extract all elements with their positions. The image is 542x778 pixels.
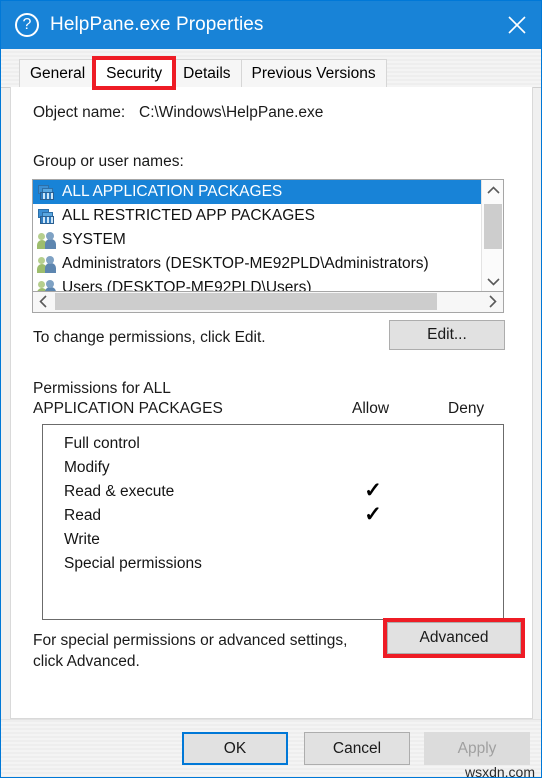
horizontal-scrollbar[interactable] (32, 292, 504, 313)
scroll-up-icon[interactable] (482, 180, 503, 200)
permissions-for-label-line1: Permissions for ALL (33, 380, 171, 397)
ok-button[interactable]: OK (182, 732, 288, 765)
list-item[interactable]: ALL RESTRICTED APP PACKAGES (33, 204, 481, 228)
permission-name: Write (64, 531, 100, 548)
properties-dialog: ? HelpPane.exe Properties General Securi… (0, 0, 542, 778)
tab-general[interactable]: General (19, 59, 97, 87)
app-package-icon (38, 208, 56, 225)
advanced-hint-line2: click Advanced. (33, 653, 140, 670)
tab-security[interactable]: Security (92, 56, 177, 90)
list-item[interactable]: ALL APPLICATION PACKAGES (33, 180, 481, 204)
list-item-label: ALL RESTRICTED APP PACKAGES (62, 207, 315, 224)
scroll-right-icon[interactable] (482, 292, 503, 311)
scrollbar-thumb[interactable] (484, 204, 502, 249)
permission-name: Modify (64, 459, 110, 476)
list-item-label: Administrators (DESKTOP-ME92PLD\Administ… (62, 255, 429, 272)
list-item[interactable]: Administrators (DESKTOP-ME92PLD\Administ… (33, 252, 481, 276)
permissions-for-label-line2: APPLICATION PACKAGES (33, 400, 223, 417)
dialog-footer: OK Cancel Apply wsxdn.com (1, 719, 541, 778)
object-name-value: C:\Windows\HelpPane.exe (139, 104, 324, 121)
window-title: HelpPane.exe Properties (50, 14, 264, 35)
permission-row[interactable]: Read & execute ✓ (43, 479, 503, 506)
edit-hint-text: To change permissions, click Edit. (33, 329, 266, 346)
list-item-label: ALL APPLICATION PACKAGES (62, 183, 283, 200)
permission-row[interactable]: Special permissions (43, 554, 503, 578)
group-or-user-names-label: Group or user names: (33, 153, 184, 170)
object-name-label: Object name: (33, 104, 126, 121)
permission-row[interactable]: Read ✓ (43, 503, 503, 530)
permission-name: Special permissions (64, 555, 202, 572)
allow-column-header: Allow (352, 400, 390, 417)
permission-name: Full control (64, 435, 140, 452)
users-group-icon (37, 255, 56, 273)
permission-row[interactable]: Write (43, 530, 503, 554)
tab-strip: General Security Details Previous Versio… (1, 49, 541, 90)
users-group-icon (37, 231, 56, 249)
advanced-hint-line1: For special permissions or advanced sett… (33, 632, 348, 649)
permission-row[interactable]: Full control (43, 434, 503, 458)
scroll-left-icon[interactable] (33, 292, 54, 311)
question-mark-icon: ? (15, 13, 39, 37)
permission-row[interactable]: Modify (43, 458, 503, 482)
permission-name: Read (64, 507, 102, 524)
deny-column-header: Deny (448, 400, 485, 417)
allow-checkmark[interactable]: ✓ (360, 479, 386, 503)
allow-checkmark[interactable]: ✓ (360, 503, 386, 527)
tab-details[interactable]: Details (172, 59, 242, 87)
scroll-down-icon[interactable] (482, 271, 503, 291)
cancel-button[interactable]: Cancel (304, 732, 410, 765)
edit-button[interactable]: Edit... (389, 320, 505, 350)
list-item-label: SYSTEM (62, 231, 126, 248)
tab-previous-versions[interactable]: Previous Versions (240, 59, 387, 87)
users-group-icon (37, 279, 56, 291)
security-tab-panel: Object name: C:\Windows\HelpPane.exe Gro… (10, 87, 533, 719)
app-package-icon (38, 184, 56, 201)
list-item[interactable]: SYSTEM (33, 228, 481, 252)
group-user-list[interactable]: ALL APPLICATION PACKAGES ALL RESTRICTED … (32, 179, 504, 292)
close-icon[interactable] (491, 1, 541, 49)
vertical-scrollbar[interactable] (481, 180, 503, 291)
apply-button: Apply (424, 732, 530, 765)
permissions-list[interactable]: Full control Modify Read & execute ✓ Rea… (42, 424, 504, 620)
title-bar: ? HelpPane.exe Properties (1, 1, 541, 49)
permission-name: Read & execute (64, 483, 175, 500)
watermark: wsxdn.com (464, 764, 535, 778)
scrollbar-thumb[interactable] (55, 293, 437, 310)
list-item-label: Users (DESKTOP-ME92PLD\Users) (62, 279, 312, 291)
advanced-button[interactable]: Advanced (387, 622, 521, 654)
list-item[interactable]: Users (DESKTOP-ME92PLD\Users) (33, 276, 481, 291)
